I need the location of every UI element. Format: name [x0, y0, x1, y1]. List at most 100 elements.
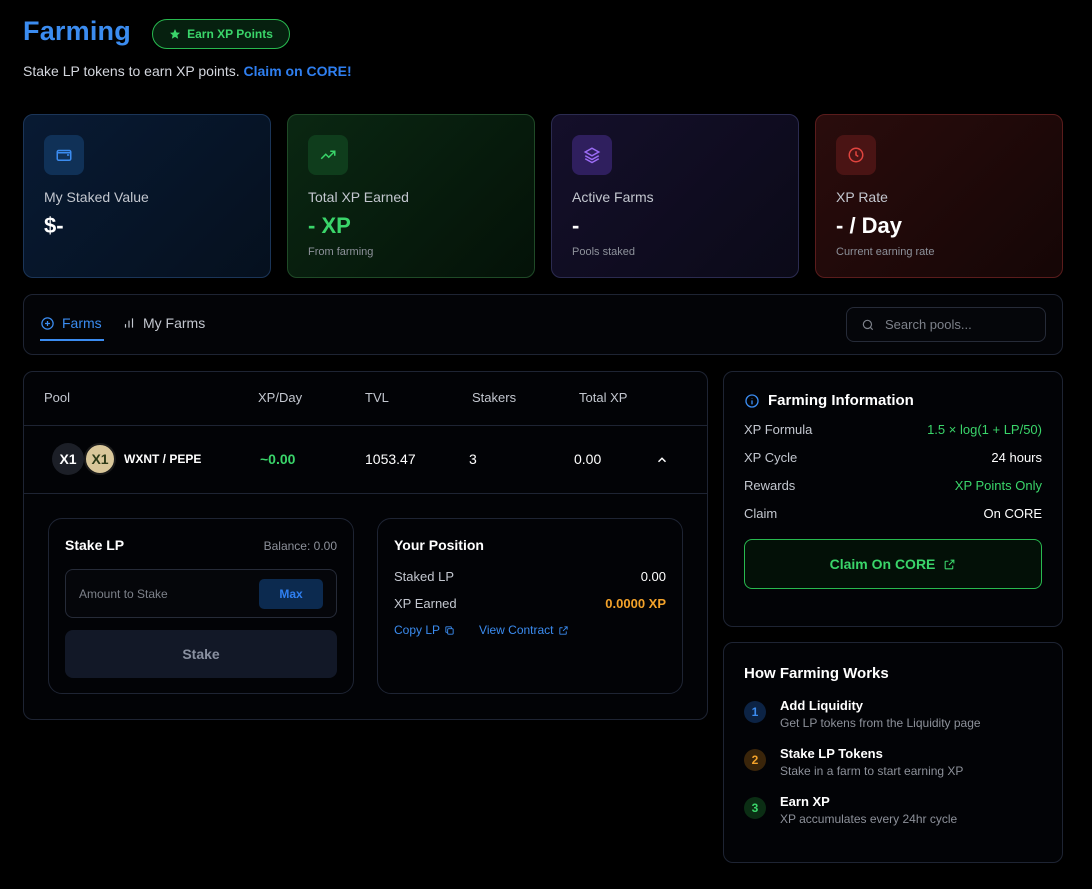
max-button[interactable]: Max: [259, 578, 323, 609]
step-item: 1 Add Liquidity Get LP tokens from the L…: [744, 698, 1042, 730]
staked-lp-label: Staked LP: [394, 569, 454, 584]
stat-card-xp-rate: XP Rate - / Day Current earning rate: [815, 114, 1063, 278]
info-value: XP Points Only: [954, 478, 1042, 493]
stake-amount-input[interactable]: [79, 586, 239, 601]
stat-note: From farming: [308, 246, 374, 258]
bar-chart-icon: [124, 318, 134, 328]
xp-day-value: ~0.00: [260, 451, 296, 467]
pools-table: Pool XP/Day TVL Stakers Total XP X1 X1 W…: [23, 371, 708, 720]
step-description: Get LP tokens from the Liquidity page: [780, 716, 981, 730]
copy-lp-label: Copy LP: [394, 623, 441, 637]
page-subtitle: Stake LP tokens to earn XP points. Claim…: [23, 63, 352, 79]
step-title: Stake LP Tokens: [780, 746, 883, 761]
column-header-xp-day: XP/Day: [258, 390, 303, 405]
table-row[interactable]: X1 X1 WXNT / PEPE ~0.00 1053.47 3 0.00: [24, 426, 707, 494]
token-a-logo: X1: [52, 443, 84, 475]
earn-xp-badge: Earn XP Points: [152, 19, 290, 49]
position-panel-title: Your Position: [394, 537, 484, 553]
column-header-total-xp: Total XP: [579, 390, 628, 405]
farming-info-panel: Farming Information XP Formula 1.5 × log…: [723, 371, 1063, 627]
xp-earned-row: XP Earned 0.0000 XP: [394, 596, 666, 611]
star-icon: [170, 29, 181, 39]
stake-button[interactable]: Stake: [65, 630, 337, 678]
xp-earned-label: XP Earned: [394, 596, 457, 611]
step-number: 1: [744, 701, 766, 723]
stat-value: -: [572, 213, 580, 238]
stat-card-total-xp: Total XP Earned - XP From farming: [287, 114, 535, 278]
page-title: Farming: [23, 16, 131, 46]
wallet-icon: [44, 135, 84, 175]
step-number: 2: [744, 749, 766, 771]
copy-lp-link[interactable]: Copy LP: [394, 623, 455, 637]
layers-icon: [572, 135, 612, 175]
search-input[interactable]: [885, 317, 1035, 332]
trending-up-icon: [308, 135, 348, 175]
stat-value: - / Day: [836, 213, 903, 238]
search-icon: [862, 319, 874, 330]
total-xp-value: 0.00: [574, 451, 602, 467]
token-b-logo: X1: [84, 443, 116, 475]
info-value: 1.5 × log(1 + LP/50): [927, 422, 1042, 437]
step-item: 3 Earn XP XP accumulates every 24hr cycl…: [744, 794, 1042, 826]
column-header-stakers: Stakers: [472, 390, 517, 405]
step-title: Earn XP: [780, 794, 830, 809]
chevron-up-icon[interactable]: [655, 453, 669, 467]
stat-label: My Staked Value: [44, 189, 149, 205]
stake-panel: Stake LP Balance: 0.00 Max Stake: [48, 518, 354, 694]
farming-info-header: Farming Information: [744, 392, 1042, 409]
position-panel: Your Position Staked LP 0.00 XP Earned 0…: [377, 518, 683, 694]
step-item: 2 Stake LP Tokens Stake in a farm to sta…: [744, 746, 1042, 778]
stakers-value: 3: [469, 451, 477, 467]
how-farming-works-title: How Farming Works: [744, 665, 889, 682]
how-farming-works-panel: How Farming Works 1 Add Liquidity Get LP…: [723, 642, 1063, 863]
step-title: Add Liquidity: [780, 698, 864, 713]
step-number: 3: [744, 797, 766, 819]
claim-on-core-link[interactable]: Claim on CORE!: [244, 63, 352, 79]
staked-lp-value: 0.00: [640, 569, 666, 584]
info-label: XP Formula: [744, 422, 813, 437]
info-row-rewards: Rewards XP Points Only: [744, 478, 1042, 493]
search-box[interactable]: [846, 307, 1046, 342]
column-header-pool: Pool: [44, 390, 71, 405]
farming-info-title: Farming Information: [768, 392, 914, 409]
subtitle-text: Stake LP tokens to earn XP points.: [23, 63, 240, 79]
view-contract-link[interactable]: View Contract: [479, 623, 568, 637]
active-tab-indicator: [40, 339, 104, 341]
pool-pair-name: WXNT / PEPE: [124, 452, 202, 466]
tab-label: Farms: [62, 315, 102, 331]
stat-value: - XP: [308, 213, 351, 238]
tab-my-farms[interactable]: My Farms: [122, 315, 205, 331]
tab-label: My Farms: [143, 315, 206, 331]
stat-label: Total XP Earned: [308, 189, 409, 205]
xp-earned-value: 0.0000 XP: [605, 596, 666, 611]
info-label: XP Cycle: [744, 450, 798, 465]
claim-on-core-button[interactable]: Claim On CORE: [744, 539, 1042, 589]
badge-label: Earn XP Points: [187, 27, 273, 41]
pool-details: Stake LP Balance: 0.00 Max Stake Your Po…: [24, 494, 707, 719]
plus-circle-icon: [41, 316, 54, 330]
view-contract-label: View Contract: [479, 623, 554, 637]
table-header: Pool XP/Day TVL Stakers Total XP: [24, 372, 707, 426]
tabs-bar: Farms My Farms: [23, 294, 1063, 355]
info-row-formula: XP Formula 1.5 × log(1 + LP/50): [744, 422, 1042, 437]
tab-farms[interactable]: Farms: [40, 315, 102, 331]
stat-label: XP Rate: [836, 189, 888, 205]
stat-note: Current earning rate: [836, 246, 935, 258]
clock-icon: [836, 135, 876, 175]
info-value: On CORE: [983, 506, 1042, 521]
stake-amount-field[interactable]: Max: [65, 569, 337, 618]
stat-card-staked-value: My Staked Value $-: [23, 114, 271, 278]
stat-card-active-farms: Active Farms - Pools staked: [551, 114, 799, 278]
stat-value: $-: [44, 213, 64, 238]
step-description: Stake in a farm to start earning XP: [780, 764, 964, 778]
column-header-tvl: TVL: [365, 390, 389, 405]
info-label: Claim: [744, 506, 778, 521]
claim-button-label: Claim On CORE: [829, 556, 936, 572]
position-links: Copy LP View Contract: [394, 623, 666, 637]
stat-note: Pools staked: [572, 246, 635, 258]
info-row-claim: Claim On CORE: [744, 506, 1042, 521]
copy-icon: [445, 625, 454, 635]
external-link-icon: [558, 625, 568, 635]
staked-lp-row: Staked LP 0.00: [394, 569, 666, 584]
info-icon: [745, 393, 759, 408]
